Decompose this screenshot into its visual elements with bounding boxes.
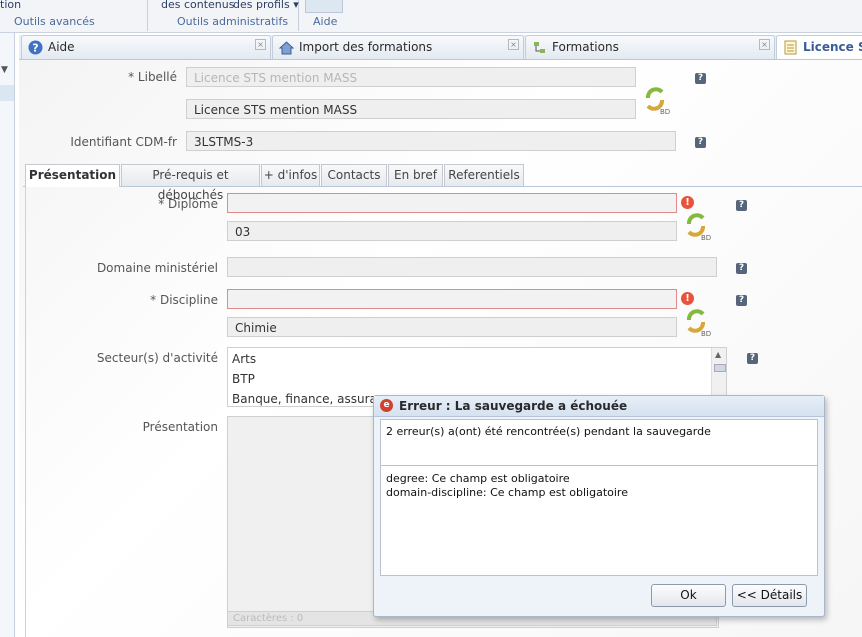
bd-label: BD — [701, 234, 711, 242]
tab-label: Licence STS — [803, 40, 862, 54]
dialog-details-box: degree: Ce champ est obligatoire domain-… — [380, 465, 818, 576]
tab-label: Aide — [48, 40, 75, 54]
bd-label: BD — [660, 108, 670, 116]
error-detail-line: degree: Ce champ est obligatoire — [386, 472, 570, 485]
ribbon-group-label: Outils administratifs — [177, 15, 289, 28]
list-item[interactable]: Arts — [232, 352, 256, 366]
diplome-code-field[interactable]: 03 — [227, 221, 677, 241]
ribbon-item-contents[interactable]: des contenus — [161, 0, 234, 11]
help-icon[interactable]: ? — [736, 200, 747, 211]
help-icon[interactable]: ? — [747, 353, 758, 364]
libelle-label: * Libellé — [128, 70, 177, 84]
ribbon-item-profiles-label: des profils — [233, 0, 290, 11]
tab-presentation[interactable]: Présentation — [25, 164, 120, 187]
chevron-down-icon[interactable]: ▼ — [1, 65, 8, 75]
dialog-titlebar[interactable]: e Erreur : La sauvegarde a échouée — [374, 396, 824, 417]
tab-formations[interactable]: Formations × — [525, 35, 775, 59]
ribbon-group-help: Aide — [303, 0, 345, 31]
help-icon: ? — [28, 40, 43, 55]
cdm-label: Identifiant CDM-fr — [70, 135, 177, 149]
left-panel-selected-row[interactable] — [0, 85, 14, 101]
help-icon[interactable]: ? — [736, 295, 747, 306]
svg-text:?: ? — [32, 42, 38, 55]
tab-import-formations[interactable]: Import des formations × — [272, 35, 524, 59]
details-button[interactable]: << Détails — [732, 584, 807, 607]
tab-contacts[interactable]: Contacts — [321, 164, 387, 186]
error-icon: e — [380, 399, 393, 412]
secteurs-label: Secteur(s) d'activité — [96, 351, 218, 365]
scroll-up-icon[interactable]: ▲ — [715, 350, 721, 359]
domaine-input[interactable] — [227, 257, 717, 277]
bd-label: BD — [701, 330, 711, 338]
close-icon[interactable]: × — [759, 39, 770, 50]
database-sync-icon[interactable]: BD — [679, 208, 713, 242]
error-detail-line: domain-discipline: Ce champ est obligato… — [386, 486, 628, 499]
tab-label: Import des formations — [299, 40, 433, 54]
diplome-label: * Diplôme — [158, 197, 218, 211]
dialog-message-box: 2 erreur(s) a(ont) été rencontrée(s) pen… — [380, 419, 818, 467]
inner-tab-bar: Présentation Pré-requis et débouchés + d… — [23, 162, 862, 202]
tab-aide[interactable]: ? Aide × — [21, 35, 271, 59]
document-tab-bar: ? Aide × Import des formations × Formati… — [19, 35, 862, 60]
ribbon-group-advanced: tion Outils avancés — [0, 0, 148, 31]
ribbon-group-label: Aide — [313, 15, 338, 28]
tab-licence-sts[interactable]: Licence STS — [776, 35, 862, 59]
tab-plus-infos[interactable]: + d'infos — [261, 164, 320, 186]
dropdown-arrow-icon: ▾ — [293, 0, 299, 11]
discipline-label: * Discipline — [150, 293, 218, 307]
ribbon-item-profiles[interactable]: des profils ▾ — [233, 0, 299, 11]
ok-button[interactable]: Ok — [651, 584, 726, 607]
content-border — [25, 187, 26, 637]
tab-label: Formations — [552, 40, 619, 54]
database-sync-icon[interactable]: BD — [679, 304, 713, 338]
presentation-label: Présentation — [142, 420, 218, 434]
tab-en-bref[interactable]: En bref — [388, 164, 443, 186]
dialog-title: Erreur : La sauvegarde a échouée — [399, 399, 628, 413]
domaine-label: Domaine ministériel — [96, 261, 218, 275]
ribbon-group-label: Outils avancés — [14, 15, 95, 28]
libelle-value-field[interactable]: Licence STS mention MASS — [186, 99, 636, 119]
help-icon[interactable]: ? — [695, 73, 706, 84]
ribbon-help-button[interactable] — [305, 0, 343, 13]
home-icon — [279, 41, 294, 55]
dialog-message: 2 erreur(s) a(ont) été rencontrée(s) pen… — [386, 425, 711, 438]
left-panel-strip: ▼ — [0, 33, 15, 637]
database-sync-icon[interactable]: BD — [638, 82, 672, 116]
cdm-input[interactable]: 3LSTMS-3 — [186, 131, 676, 151]
discipline-value-field[interactable]: Chimie — [227, 317, 677, 337]
diplome-input[interactable] — [227, 193, 677, 213]
ribbon-group-admin: des contenus des profils ▾ Outils admini… — [152, 0, 299, 31]
discipline-input[interactable] — [227, 289, 677, 309]
list-item[interactable]: BTP — [232, 372, 255, 386]
help-icon[interactable]: ? — [736, 263, 747, 274]
tab-referentiels[interactable]: Referentiels — [444, 164, 524, 186]
error-dialog: e Erreur : La sauvegarde a échouée 2 err… — [373, 395, 825, 617]
tab-prerequis[interactable]: Pré-requis et débouchés — [121, 164, 260, 202]
close-icon[interactable]: × — [255, 39, 266, 50]
document-icon — [784, 40, 797, 55]
scroll-thumb[interactable] — [714, 364, 726, 372]
ribbon-toolbar: tion Outils avancés des contenus des pro… — [0, 0, 862, 33]
ribbon-item-truncated[interactable]: tion — [0, 0, 21, 11]
tree-icon — [534, 42, 545, 53]
close-icon[interactable]: × — [508, 39, 519, 50]
libelle-input[interactable]: Licence STS mention MASS — [186, 67, 636, 87]
help-icon[interactable]: ? — [695, 137, 706, 148]
